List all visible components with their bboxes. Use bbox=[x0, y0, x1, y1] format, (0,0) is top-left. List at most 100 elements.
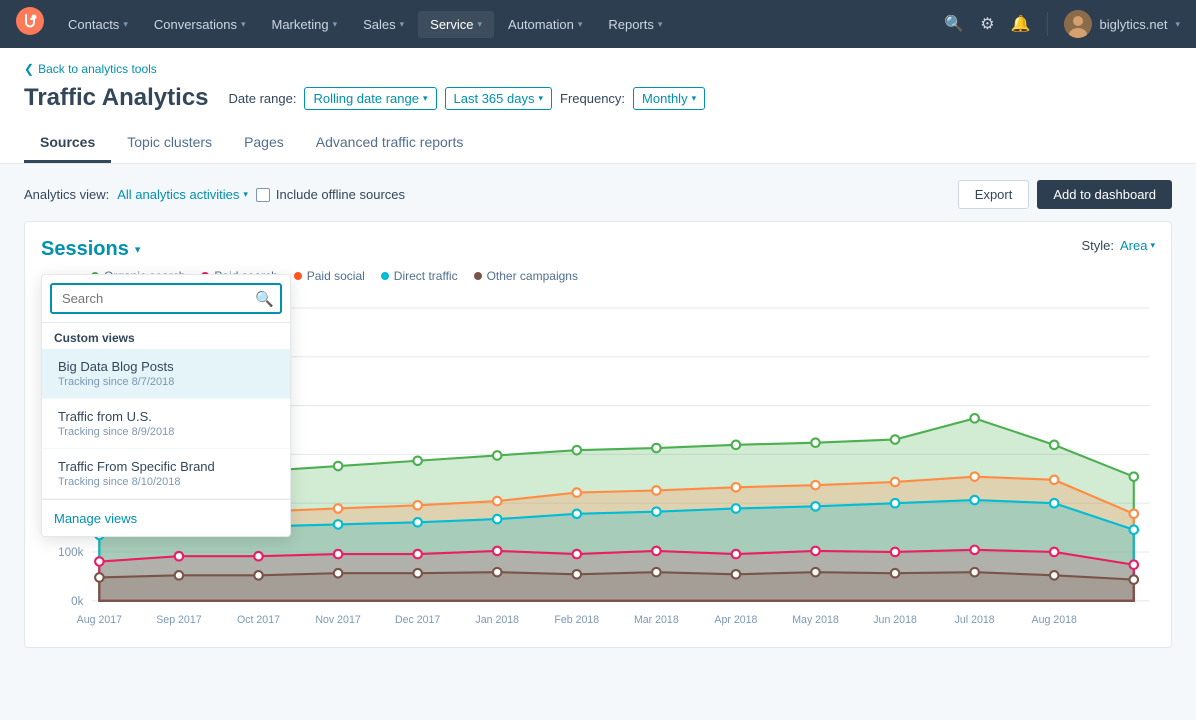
tab-topic-clusters[interactable]: Topic clusters bbox=[111, 124, 228, 163]
chart-title-row: Sessions ▾ bbox=[41, 238, 140, 261]
svg-text:Apr 2018: Apr 2018 bbox=[714, 614, 757, 626]
nav-items: Contacts ▾ Conversations ▾ Marketing ▾ S… bbox=[56, 11, 944, 38]
chevron-down-icon: ▾ bbox=[578, 19, 583, 30]
svg-text:Oct 2017: Oct 2017 bbox=[237, 614, 280, 626]
frequency-button[interactable]: Monthly ▾ bbox=[633, 87, 705, 110]
nav-reports[interactable]: Reports ▾ bbox=[596, 11, 674, 38]
export-button[interactable]: Export bbox=[958, 180, 1030, 209]
svg-text:100k: 100k bbox=[58, 546, 83, 559]
chevron-down-icon: ▾ bbox=[333, 19, 338, 30]
svg-text:Session date: Session date bbox=[577, 629, 651, 630]
dropdown-item-subtitle: Tracking since 8/10/2018 bbox=[58, 476, 274, 488]
nav-divider bbox=[1047, 12, 1048, 36]
chevron-down-icon: ▾ bbox=[243, 189, 248, 200]
chevron-down-icon: ▾ bbox=[1150, 240, 1155, 251]
nav-contacts[interactable]: Contacts ▾ bbox=[56, 11, 140, 38]
chevron-down-icon: ▾ bbox=[123, 19, 128, 30]
chevron-down-icon: ▾ bbox=[241, 19, 246, 30]
page-title-row: Traffic Analytics Date range: Rolling da… bbox=[24, 84, 1172, 112]
chart-header: Sessions ▾ Style: Area ▾ bbox=[41, 238, 1155, 261]
dropdown-search-input[interactable] bbox=[50, 283, 282, 314]
top-navigation: Contacts ▾ Conversations ▾ Marketing ▾ S… bbox=[0, 0, 1196, 48]
nav-right: 🔍 ⚙ 🔔 biglytics.net ▾ bbox=[944, 10, 1180, 38]
logo bbox=[16, 7, 44, 41]
svg-text:Aug 2017: Aug 2017 bbox=[77, 614, 122, 626]
dropdown-search-container: 🔍 bbox=[42, 275, 290, 323]
date-range-button[interactable]: Rolling date range ▾ bbox=[304, 87, 436, 110]
chevron-down-icon: ▾ bbox=[692, 93, 697, 104]
offline-sources-checkbox-label[interactable]: Include offline sources bbox=[256, 187, 405, 202]
chevron-down-icon: ▾ bbox=[423, 93, 428, 104]
chart-title[interactable]: Sessions bbox=[41, 238, 129, 261]
chevron-down-icon: ▾ bbox=[400, 19, 405, 30]
svg-text:0k: 0k bbox=[71, 595, 83, 608]
manage-views-link[interactable]: Manage views bbox=[54, 511, 137, 526]
tab-pages[interactable]: Pages bbox=[228, 124, 300, 163]
date-period-button[interactable]: Last 365 days ▾ bbox=[445, 87, 552, 110]
svg-text:Jun 2018: Jun 2018 bbox=[873, 614, 917, 626]
svg-text:Nov 2017: Nov 2017 bbox=[315, 614, 360, 626]
chevron-down-icon: ▾ bbox=[658, 19, 663, 30]
date-range-label: Date range: bbox=[229, 91, 297, 106]
main-content: Analytics view: All analytics activities… bbox=[0, 164, 1196, 706]
legend-item-other: Other campaigns bbox=[474, 269, 578, 283]
svg-text:Sep 2017: Sep 2017 bbox=[156, 614, 201, 626]
chevron-down-icon: ▾ bbox=[478, 19, 483, 30]
svg-text:Jan 2018: Jan 2018 bbox=[475, 614, 519, 626]
offline-sources-checkbox[interactable] bbox=[256, 188, 270, 202]
style-button[interactable]: Area ▾ bbox=[1120, 238, 1155, 253]
tab-sources[interactable]: Sources bbox=[24, 124, 111, 163]
page-title: Traffic Analytics bbox=[24, 84, 209, 112]
nav-service[interactable]: Service ▾ bbox=[418, 11, 494, 38]
dropdown-item-0[interactable]: Big Data Blog Posts Tracking since 8/7/2… bbox=[42, 349, 290, 399]
legend-item-paid-social: Paid social bbox=[294, 269, 365, 283]
dropdown-item-1[interactable]: Traffic from U.S. Tracking since 8/9/201… bbox=[42, 399, 290, 449]
dropdown-item-subtitle: Tracking since 8/7/2018 bbox=[58, 376, 274, 388]
dropdown-list: Custom views Big Data Blog Posts Trackin… bbox=[42, 323, 290, 499]
dropdown-footer: Manage views bbox=[42, 499, 290, 536]
legend-dot bbox=[474, 272, 482, 280]
add-to-dashboard-button[interactable]: Add to dashboard bbox=[1037, 180, 1172, 209]
dropdown-item-2[interactable]: Traffic From Specific Brand Tracking sin… bbox=[42, 449, 290, 499]
analytics-view-button[interactable]: All analytics activities ▾ bbox=[117, 187, 248, 202]
dropdown-item-title: Traffic From Specific Brand bbox=[58, 459, 274, 474]
chevron-down-icon: ▾ bbox=[135, 243, 141, 256]
chart-title-area: Sessions ▾ bbox=[41, 238, 140, 261]
tab-advanced-traffic[interactable]: Advanced traffic reports bbox=[300, 124, 480, 163]
svg-text:May 2018: May 2018 bbox=[792, 614, 839, 626]
legend-dot bbox=[381, 272, 389, 280]
avatar bbox=[1064, 10, 1092, 38]
nav-conversations[interactable]: Conversations ▾ bbox=[142, 11, 258, 38]
tabs: Sources Topic clusters Pages Advanced tr… bbox=[24, 124, 1172, 163]
analytics-right: Export Add to dashboard bbox=[958, 180, 1172, 209]
analytics-dropdown: 🔍 Custom views Big Data Blog Posts Track… bbox=[41, 274, 291, 537]
legend-dot bbox=[294, 272, 302, 280]
nav-automation[interactable]: Automation ▾ bbox=[496, 11, 594, 38]
chevron-left-icon: ❮ bbox=[24, 62, 34, 76]
subheader: ❮ Back to analytics tools Traffic Analyt… bbox=[0, 48, 1196, 164]
user-menu[interactable]: biglytics.net ▾ bbox=[1064, 10, 1180, 38]
dropdown-item-title: Big Data Blog Posts bbox=[58, 359, 274, 374]
nav-marketing[interactable]: Marketing ▾ bbox=[259, 11, 349, 38]
search-icon[interactable]: 🔍 bbox=[944, 14, 964, 34]
chevron-down-icon: ▾ bbox=[1175, 19, 1180, 30]
back-link[interactable]: ❮ Back to analytics tools bbox=[24, 62, 1172, 76]
svg-text:Aug 2018: Aug 2018 bbox=[1032, 614, 1077, 626]
gear-icon[interactable]: ⚙ bbox=[980, 14, 994, 34]
chevron-down-icon: ▾ bbox=[538, 93, 543, 104]
analytics-left: Analytics view: All analytics activities… bbox=[24, 187, 405, 202]
svg-text:Feb 2018: Feb 2018 bbox=[554, 614, 599, 626]
dropdown-item-title: Traffic from U.S. bbox=[58, 409, 274, 424]
style-label: Style: bbox=[1081, 238, 1114, 253]
svg-text:Dec 2017: Dec 2017 bbox=[395, 614, 440, 626]
style-selector: Style: Area ▾ bbox=[1081, 238, 1155, 253]
legend-item-direct: Direct traffic bbox=[381, 269, 458, 283]
search-icon[interactable]: 🔍 bbox=[255, 290, 274, 308]
bell-icon[interactable]: 🔔 bbox=[1011, 14, 1031, 34]
svg-text:Mar 2018: Mar 2018 bbox=[634, 614, 679, 626]
nav-sales[interactable]: Sales ▾ bbox=[351, 11, 416, 38]
analytics-view-label: Analytics view: bbox=[24, 187, 109, 202]
svg-text:Jul 2018: Jul 2018 bbox=[955, 614, 995, 626]
username: biglytics.net bbox=[1100, 17, 1168, 32]
dropdown-item-subtitle: Tracking since 8/9/2018 bbox=[58, 426, 274, 438]
